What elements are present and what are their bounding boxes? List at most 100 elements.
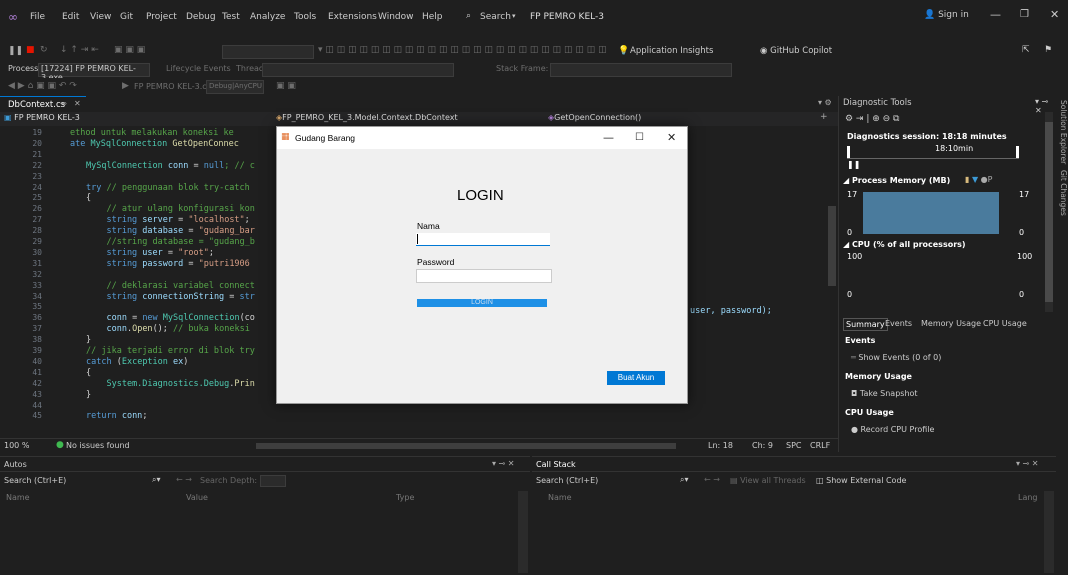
diag-tab-summary[interactable]: Summary — [843, 318, 888, 331]
process-combo[interactable]: [17224] FP PEMRO KEL-3.exe — [38, 63, 150, 82]
autos-panel-controls[interactable]: ▾ ⊸ ✕ — [492, 459, 515, 468]
callstack-search-icon[interactable]: ⌕▾ — [680, 475, 689, 485]
menu-extensions[interactable]: Extensions — [328, 12, 377, 22]
diag-timeline[interactable]: 18:10min — [847, 144, 1019, 159]
close-tab-icon[interactable]: ✕ — [74, 99, 81, 108]
no-issues[interactable]: No issues found — [66, 441, 130, 450]
nav-project[interactable]: ▣ FP PEMRO KEL-3 — [4, 113, 80, 122]
menu-debug[interactable]: Debug — [186, 12, 216, 22]
callstack-nav-arrows[interactable]: ← → — [704, 475, 720, 484]
line-number-gutter: 24 — [32, 182, 42, 192]
diag-tab-cpu-usage[interactable]: CPU Usage — [981, 318, 1029, 329]
callstack-col-name[interactable]: Name — [548, 493, 572, 502]
password-input[interactable] — [416, 269, 552, 283]
config-combo[interactable]: Debug|AnyCPU — [206, 80, 264, 94]
line-number-gutter: 44 — [32, 400, 42, 410]
autos-search[interactable]: Search (Ctrl+E) — [4, 475, 124, 486]
diag-toolbar-icons[interactable]: ⚙ ⇥ | ⊕ ⊖ ⧉ — [845, 114, 899, 124]
menu-git[interactable]: Git — [120, 12, 133, 22]
menu-window[interactable]: Window — [378, 12, 414, 22]
autos-col-name[interactable]: Name — [6, 493, 30, 502]
restart-icon[interactable]: ↻ — [40, 45, 48, 55]
menu-tools[interactable]: Tools — [294, 12, 316, 22]
login-button[interactable]: LOGIN — [417, 299, 547, 307]
app-insights-button[interactable]: Application Insights — [630, 46, 713, 56]
stack-frame-combo[interactable] — [550, 63, 732, 77]
line-number-gutter: 35 — [32, 302, 42, 312]
nav-member[interactable]: ◈GetOpenConnection() — [548, 113, 641, 122]
diag-tab-memory-usage[interactable]: Memory Usage — [919, 318, 983, 329]
callstack-col-lang[interactable]: Lang — [1018, 493, 1038, 502]
share-icon[interactable]: ⇱ — [1022, 45, 1030, 55]
horizontal-scrollbar[interactable] — [256, 443, 676, 449]
dialog-minimize-button[interactable]: — — [603, 131, 614, 144]
tab-dbcontext[interactable]: DbContext.cs ⊸ ✕ — [0, 96, 86, 113]
show-events[interactable]: ═ Show Events (0 of 0) — [851, 353, 941, 362]
diag-tab-events[interactable]: Events — [883, 318, 914, 329]
autos-col-type[interactable]: Type — [396, 493, 414, 502]
callstack-search[interactable]: Search (Ctrl+E) — [536, 475, 656, 486]
scroll-thumb[interactable] — [828, 206, 836, 286]
git-changes-tab[interactable]: Git Changes — [1058, 170, 1068, 216]
start-icon[interactable]: ▶ — [122, 81, 129, 91]
menu-view[interactable]: View — [90, 12, 111, 22]
code-token: string — [86, 215, 143, 226]
menu-help[interactable]: Help — [422, 12, 443, 22]
diag-scrollbar[interactable] — [1045, 112, 1053, 312]
menu-edit[interactable]: Edit — [62, 12, 79, 22]
standard-toolbar: ◀ ▶ ⌂ ▣ ▣ ↶ ↷ ▶ FP PEMRO KEL-3.csproj De… — [0, 78, 1068, 97]
menu-test[interactable]: Test — [222, 12, 240, 22]
crlf-indicator[interactable]: CRLF — [810, 441, 830, 450]
stop-icon[interactable]: ■ — [26, 45, 35, 55]
callstack-scrollbar[interactable] — [1044, 491, 1054, 573]
menu-project[interactable]: Project — [146, 12, 177, 22]
code-token: (); — [152, 324, 174, 335]
autos-search-icon[interactable]: ⌕▾ — [152, 475, 161, 485]
pin-icon[interactable]: ⊸ — [60, 99, 67, 108]
view-threads[interactable]: ▤ View all Threads — [730, 476, 806, 485]
search-depth-combo[interactable] — [260, 475, 286, 487]
restore-button[interactable]: ❐ — [1020, 9, 1029, 20]
show-external-code[interactable]: ◫ Show External Code — [816, 476, 906, 485]
code-line: // atur ulang konfigurasi kon — [86, 204, 254, 214]
column-number[interactable]: Ch: 9 — [752, 441, 773, 450]
line-number[interactable]: Ln: 18 — [708, 441, 733, 450]
tab-overflow-icon[interactable]: ▾ ⚙ — [818, 98, 832, 107]
code-token: ; — [244, 215, 250, 226]
autos-nav-arrows[interactable]: ← → — [176, 475, 192, 484]
zoom-level[interactable]: 100 % — [4, 441, 29, 450]
close-button[interactable]: ✕ — [1050, 8, 1059, 21]
callstack-panel-controls[interactable]: ▾ ⊸ ✕ — [1016, 459, 1039, 468]
nav-icons[interactable]: ◀ ▶ ⌂ ▣ ▣ ↶ ↷ — [8, 81, 77, 91]
lifecycle-events[interactable]: Lifecycle Events — [166, 64, 231, 73]
dialog-close-button[interactable]: ✕ — [667, 131, 676, 144]
sign-in-button[interactable]: 👤 Sign in — [924, 10, 969, 20]
toolbar-icons[interactable]: ▾ ◫ ◫ ◫ ◫ ◫ ◫ ◫ ◫ ◫ ◫ ◫ ◫ ◫ ◫ ◫ ◫ ◫ ◫ ◫ … — [318, 45, 607, 55]
thread-combo[interactable] — [262, 63, 454, 77]
solution-explorer-tab[interactable]: Solution Explorer — [1058, 100, 1068, 164]
step-icons[interactable]: ↓ ↑ ⇥ ⇤ — [60, 45, 99, 55]
take-snapshot[interactable]: ◘ Take Snapshot — [851, 389, 918, 398]
nama-input[interactable] — [416, 233, 550, 246]
dialog-maximize-button[interactable]: ☐ — [635, 132, 644, 143]
autos-scrollbar[interactable] — [518, 491, 528, 573]
target-combo[interactable] — [222, 45, 314, 59]
document-tabs: DbContext.cs ⊸ ✕ ▾ ⚙ — [0, 96, 838, 113]
feedback-icon[interactable]: ⚑ — [1044, 45, 1052, 55]
copilot-button[interactable]: ◉ GitHub Copilot — [760, 46, 832, 56]
nav-class[interactable]: ◈FP_PEMRO_KEL_3.Model.Context.DbContext — [276, 113, 458, 122]
breakpoint-icons[interactable]: ▣ ▣ ▣ — [114, 45, 145, 55]
cpu-label-text: CPU (% of all processors) — [851, 240, 966, 249]
extra-icons[interactable]: ▣ ▣ — [276, 81, 296, 91]
buat-akun-button[interactable]: Buat Akun — [607, 371, 665, 385]
record-cpu[interactable]: ● Record CPU Profile — [851, 425, 934, 434]
pause-icon[interactable]: ❚❚ — [8, 46, 23, 56]
menu-analyze[interactable]: Analyze — [250, 12, 285, 22]
menu-file[interactable]: File — [30, 12, 45, 22]
autos-col-value[interactable]: Value — [186, 493, 208, 502]
search-box[interactable]: ⌕ Search ▾ — [464, 8, 520, 24]
split-icon[interactable]: + — [820, 112, 828, 122]
spc-indicator[interactable]: SPC — [786, 441, 802, 450]
editor-scrollbar[interactable] — [826, 126, 838, 438]
minimize-button[interactable]: — — [990, 8, 1001, 21]
